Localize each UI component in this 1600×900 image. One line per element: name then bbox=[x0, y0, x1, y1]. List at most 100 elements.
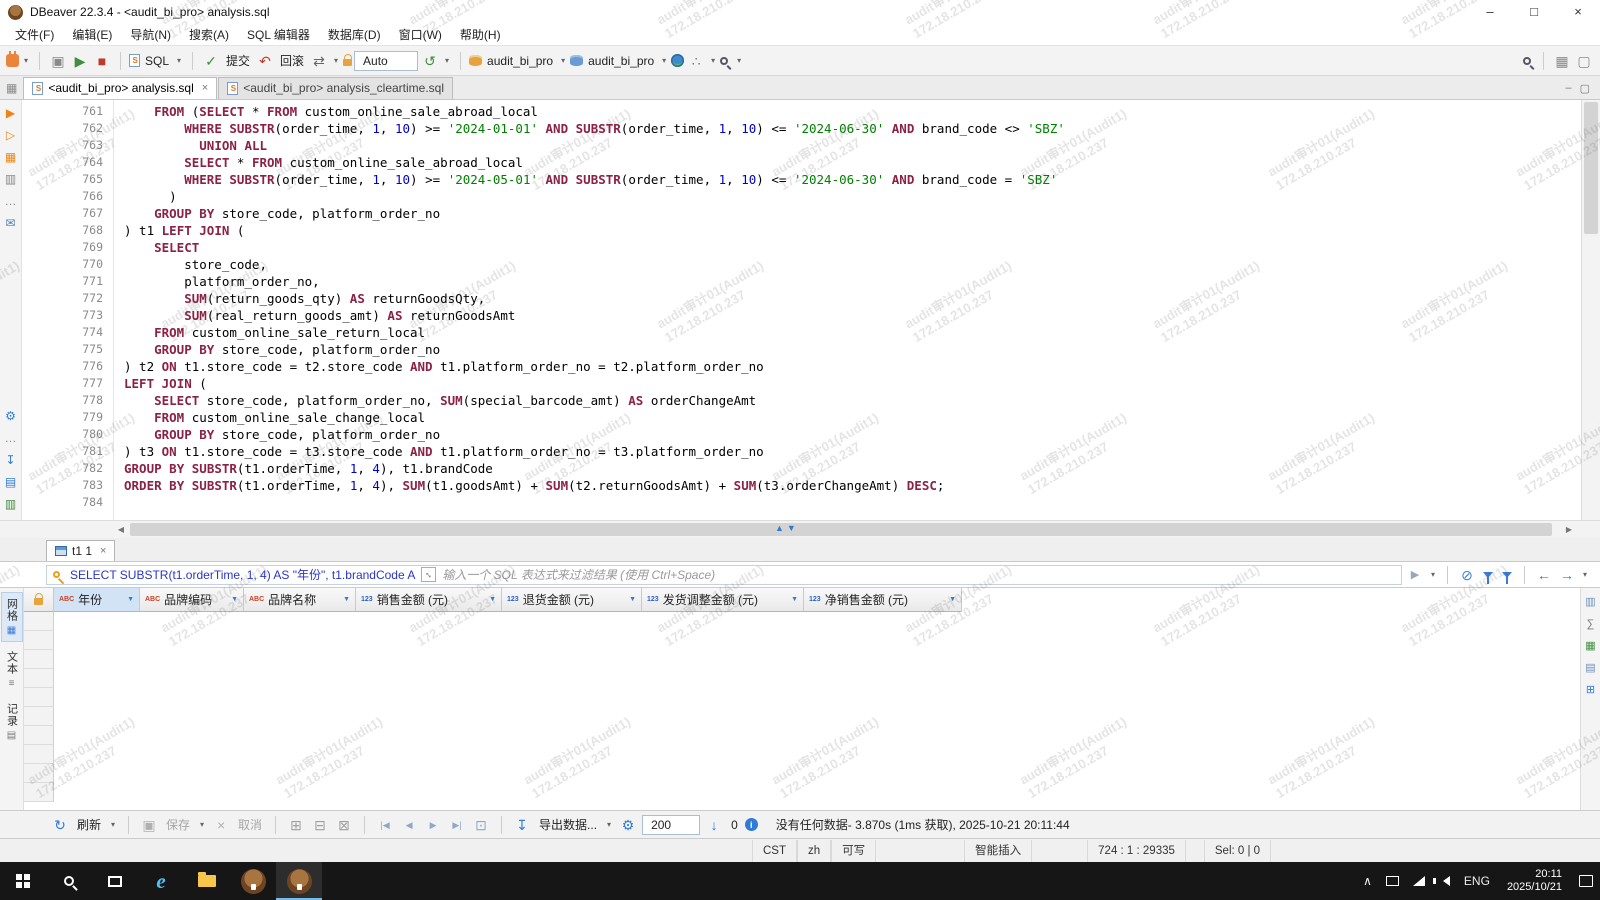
more-actions-icon[interactable]: … bbox=[2, 192, 20, 211]
column-filter-dropdown-icon[interactable]: ▼ bbox=[127, 596, 134, 603]
scroll-left-arrow-icon[interactable]: ◀ bbox=[112, 521, 130, 538]
rollback-icon[interactable]: ↶ bbox=[255, 51, 275, 71]
connection-db-icon[interactable] bbox=[469, 55, 482, 66]
column-header[interactable]: 123发货调整金额 (元)▼ bbox=[642, 588, 804, 612]
panel-minimize-icon[interactable]: – bbox=[1565, 82, 1571, 95]
goto-row-icon[interactable]: ⊡ bbox=[471, 815, 491, 835]
fetch-size-input[interactable]: 200 bbox=[642, 815, 700, 835]
connection-selector[interactable]: audit_bi_pro bbox=[487, 54, 553, 68]
notification-center-icon[interactable] bbox=[1572, 862, 1600, 900]
commit-icon[interactable]: ✓ bbox=[201, 51, 221, 71]
rollback-label[interactable]: 回滚 bbox=[280, 52, 304, 69]
editor-tab[interactable]: <audit_bi_pro> analysis_cleartime.sql bbox=[218, 77, 453, 99]
scroll-right-arrow-icon[interactable]: ▶ bbox=[1560, 521, 1578, 538]
editor-code[interactable]: FROM (SELECT * FROM custom_online_sale_a… bbox=[114, 100, 1581, 520]
editor-gutter[interactable]: 7617627637647657667677687697707717727737… bbox=[22, 100, 114, 520]
menu-item[interactable]: 窗口(W) bbox=[390, 26, 451, 43]
menu-item[interactable]: 数据库(D) bbox=[319, 26, 390, 43]
transaction-mode-icon[interactable]: ⇄ bbox=[309, 51, 329, 71]
save-result-dropdown[interactable]: ▾ bbox=[197, 820, 207, 829]
keyboard-language[interactable]: ENG bbox=[1457, 862, 1497, 900]
transaction-log-dropdown[interactable]: ▾ bbox=[442, 56, 452, 65]
add-row-icon[interactable]: ⊞ bbox=[286, 815, 306, 835]
filter-expand-icon[interactable]: ↔ bbox=[421, 567, 436, 582]
column-header[interactable]: ABC年份▼ bbox=[54, 588, 140, 612]
menu-item[interactable]: 帮助(H) bbox=[451, 26, 510, 43]
close-button[interactable]: × bbox=[1556, 0, 1600, 24]
menu-item[interactable]: 搜索(A) bbox=[180, 26, 238, 43]
transaction-mode-dropdown[interactable]: ▾ bbox=[331, 56, 341, 65]
filter-field[interactable]: SELECT SUBSTR(t1.orderTime, 1, 4) AS "年份… bbox=[46, 565, 1402, 585]
column-header[interactable]: 123退货金额 (元)▼ bbox=[502, 588, 642, 612]
value-panel-icon[interactable]: ▥ bbox=[1583, 596, 1599, 609]
editor-more-icon[interactable]: … bbox=[2, 429, 20, 448]
network-icon[interactable] bbox=[1406, 862, 1432, 900]
results-tab-close-icon[interactable]: × bbox=[100, 545, 106, 557]
toolbar-search-icon[interactable] bbox=[720, 57, 728, 65]
column-filter-dropdown-icon[interactable]: ▼ bbox=[949, 596, 956, 603]
editor-export-icon[interactable]: ↧ bbox=[2, 451, 20, 470]
column-header[interactable]: ABC品牌编码▼ bbox=[140, 588, 244, 612]
results-view-tab[interactable]: 记录▤ bbox=[1, 698, 23, 746]
commit-mode-select[interactable]: Auto bbox=[354, 51, 418, 71]
editor-log-icon[interactable]: ▥ bbox=[2, 495, 20, 514]
fetch-next-icon[interactable]: ↓ bbox=[704, 815, 724, 835]
grid-settings-gear-icon[interactable]: ⚙ bbox=[618, 815, 638, 835]
previous-row-icon[interactable]: ◀ bbox=[399, 815, 419, 835]
save-all-icon[interactable]: ▣ bbox=[48, 51, 68, 71]
last-row-icon[interactable]: ▶| bbox=[447, 815, 467, 835]
minimize-button[interactable]: – bbox=[1468, 0, 1512, 24]
results-tab[interactable]: t1 1 × bbox=[46, 540, 115, 561]
sql-editor-dropdown[interactable]: ▾ bbox=[174, 56, 184, 65]
result-back-icon[interactable]: ← bbox=[1534, 565, 1554, 585]
new-connection-icon[interactable] bbox=[6, 54, 19, 67]
save-result-icon[interactable]: ▣ bbox=[139, 815, 159, 835]
column-filter-dropdown-icon[interactable]: ▼ bbox=[343, 596, 350, 603]
calc-panel-icon[interactable]: ⊞ bbox=[1583, 684, 1599, 697]
filter-settings-icon[interactable] bbox=[1502, 572, 1512, 578]
sql-editor-label[interactable]: SQL bbox=[145, 54, 169, 68]
task-view-button[interactable] bbox=[92, 862, 138, 900]
results-view-tab[interactable]: 文本≡ bbox=[1, 646, 23, 694]
editor-output-icon[interactable]: ▤ bbox=[2, 473, 20, 492]
menu-item[interactable]: 导航(N) bbox=[121, 26, 180, 43]
maximize-button[interactable]: □ bbox=[1512, 0, 1556, 24]
delete-row-icon[interactable]: ⊟ bbox=[310, 815, 330, 835]
panel-maximize-icon[interactable]: ▢ bbox=[1580, 82, 1590, 95]
file-explorer-button[interactable] bbox=[184, 862, 230, 900]
editor-list-icon[interactable]: ▦ bbox=[6, 81, 17, 95]
horizontal-scrollbar-thumb[interactable] bbox=[130, 523, 1552, 536]
clear-filter-icon[interactable]: ⊘ bbox=[1457, 565, 1477, 585]
editor-tab[interactable]: <audit_bi_pro> analysis.sql× bbox=[23, 77, 217, 99]
fetched-row-count[interactable]: 0 bbox=[731, 818, 738, 832]
cancel-result-icon[interactable]: × bbox=[211, 815, 231, 835]
results-view-tab[interactable]: 网格▦ bbox=[1, 592, 23, 642]
send-mail-icon[interactable]: ✉ bbox=[2, 214, 20, 233]
stop-icon[interactable]: ■ bbox=[92, 51, 112, 71]
menu-item[interactable]: 编辑(E) bbox=[63, 26, 121, 43]
start-button[interactable] bbox=[0, 862, 46, 900]
tablet-mode-icon[interactable] bbox=[1379, 862, 1406, 900]
commit-label[interactable]: 提交 bbox=[226, 52, 250, 69]
taskbar-clock[interactable]: 20:11 2025/10/21 bbox=[1497, 868, 1572, 894]
explain-plan-icon[interactable]: ▥ bbox=[2, 170, 20, 189]
vertical-scrollbar-thumb[interactable] bbox=[1584, 102, 1598, 234]
first-row-icon[interactable]: |◀ bbox=[375, 815, 395, 835]
quick-access-search-icon[interactable] bbox=[1523, 57, 1531, 65]
sash-collapse-icons[interactable]: ▲▼ bbox=[775, 523, 799, 533]
taskbar-search-button[interactable] bbox=[46, 862, 92, 900]
restore-panel-icon[interactable]: ▢ bbox=[1574, 51, 1594, 71]
column-filter-dropdown-icon[interactable]: ▼ bbox=[489, 596, 496, 603]
dbeaver-taskbar-button[interactable] bbox=[230, 862, 276, 900]
tray-expand-icon[interactable]: ∧ bbox=[1356, 862, 1379, 900]
duplicate-row-icon[interactable]: ⊠ bbox=[334, 815, 354, 835]
schema-db-icon[interactable] bbox=[570, 55, 583, 66]
results-grid[interactable]: ABC年份▼ABC品牌编码▼ABC品牌名称▼123销售金额 (元)▼123退货金… bbox=[24, 588, 1580, 810]
tab-close-icon[interactable]: × bbox=[202, 82, 208, 94]
execute-new-tab-icon[interactable]: ▷ bbox=[2, 126, 20, 145]
save-result-label[interactable]: 保存 bbox=[166, 816, 190, 833]
column-header[interactable]: 123净销售金额 (元)▼ bbox=[804, 588, 962, 612]
result-nav-dropdown[interactable]: ▾ bbox=[1580, 570, 1590, 579]
column-filter-dropdown-icon[interactable]: ▼ bbox=[231, 596, 238, 603]
sql-editor-icon[interactable] bbox=[129, 54, 140, 67]
